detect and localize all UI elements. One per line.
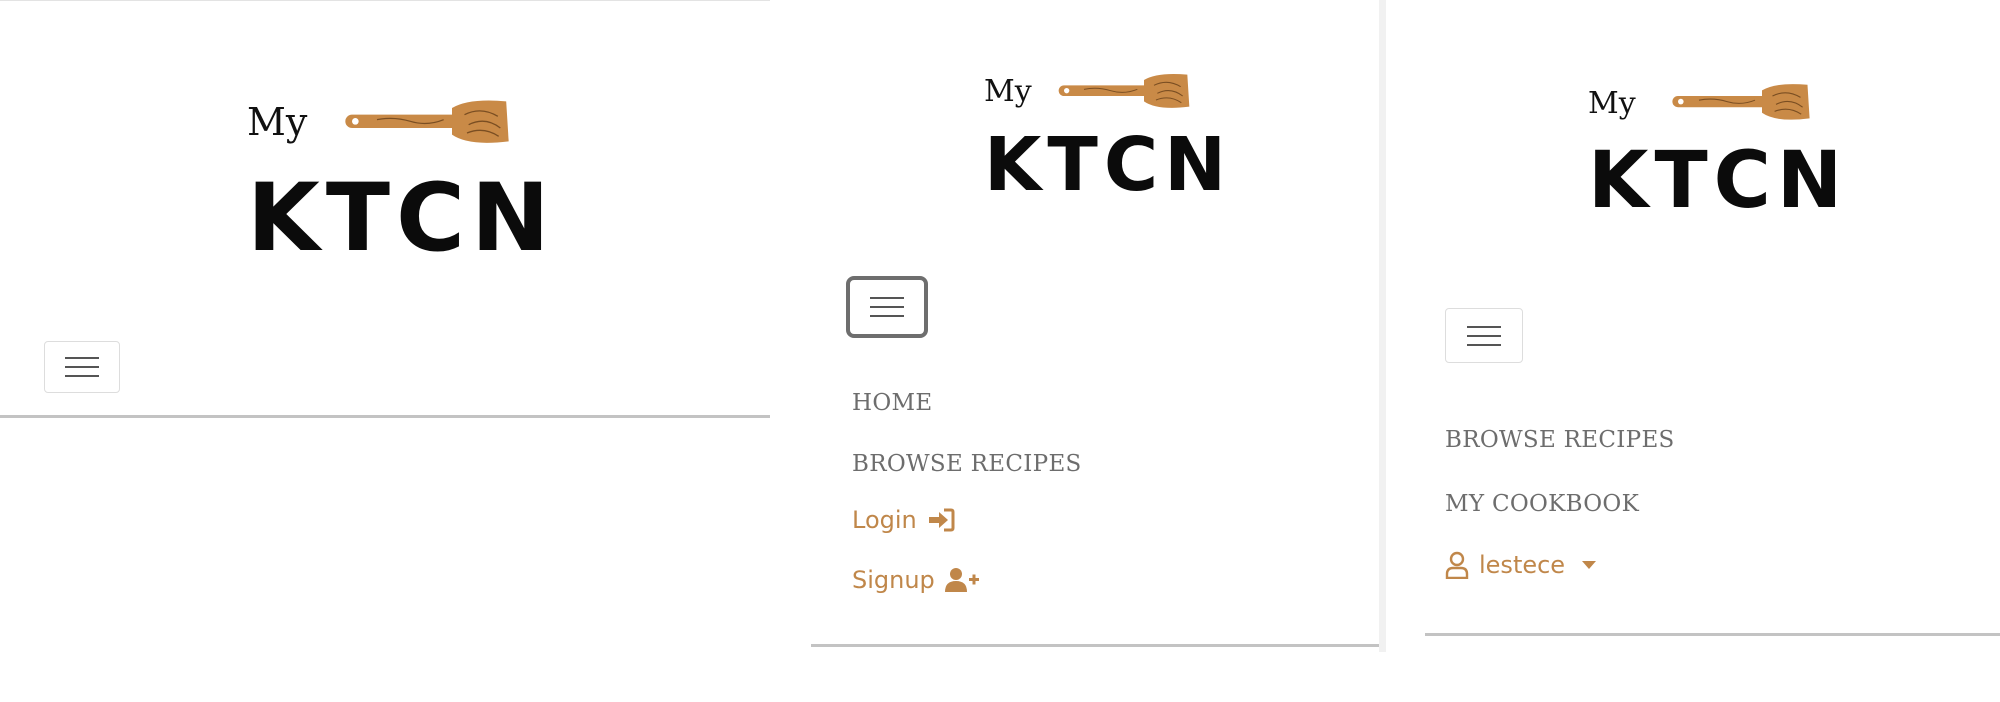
logo-my-text: My (1588, 86, 1636, 121)
logo-my-text: My (247, 100, 308, 144)
brand-logo[interactable]: My KTCN (247, 96, 550, 266)
nav-link-browse-recipes[interactable]: BROWSE RECIPES (852, 451, 1082, 477)
navbar-collapsed-view: My KTCN (0, 0, 770, 419)
logo-my-text: My (984, 74, 1032, 109)
navbar-bottom-border (0, 415, 770, 418)
username-label: lestece (1479, 551, 1566, 579)
navbar-expanded-user-view: My KTCN BROWSE RECIPES MY COOKBOOK leste… (1425, 0, 2000, 636)
nav-link-signup[interactable]: Signup (852, 566, 979, 594)
navbar-toggler-button[interactable] (846, 276, 928, 338)
navbar-toggler-button[interactable] (44, 341, 120, 393)
nav-link-my-cookbook[interactable]: MY COOKBOOK (1445, 491, 1639, 517)
nav-link-login[interactable]: Login (852, 506, 955, 534)
hamburger-icon (65, 355, 99, 379)
navbar-expanded-guest-view: My KTCN HOME BROWSE RECIPES Login Signup (811, 0, 1379, 648)
brand-logo[interactable]: My KTCN (984, 66, 1226, 206)
wooden-spoon-icon (345, 100, 509, 143)
user-outline-icon (1445, 551, 1469, 579)
wooden-spoon-icon (1058, 74, 1190, 108)
caret-down-icon (1582, 561, 1597, 569)
nav-link-browse-recipes[interactable]: BROWSE RECIPES (1445, 427, 1675, 453)
logo-ktcn-text: KTCN (247, 164, 556, 273)
hamburger-icon (870, 295, 904, 319)
signup-label: Signup (852, 566, 935, 594)
logo-ktcn-text: KTCN (984, 122, 1233, 208)
wooden-spoon-icon (1672, 84, 1810, 120)
brand-logo[interactable]: My KTCN (1588, 78, 1842, 223)
navbar-bottom-border (811, 644, 1379, 647)
panel-separator (1379, 0, 1386, 652)
navbar-bottom-border (1425, 633, 2000, 636)
user-plus-icon (944, 568, 979, 592)
nav-link-home[interactable]: HOME (852, 390, 932, 416)
login-label: Login (852, 506, 917, 534)
user-dropdown-toggle[interactable]: lestece (1445, 551, 1597, 579)
navbar-toggler-button[interactable] (1445, 308, 1523, 363)
sign-in-icon (928, 508, 955, 532)
logo-ktcn-text: KTCN (1588, 136, 1849, 226)
hamburger-icon (1467, 324, 1501, 348)
